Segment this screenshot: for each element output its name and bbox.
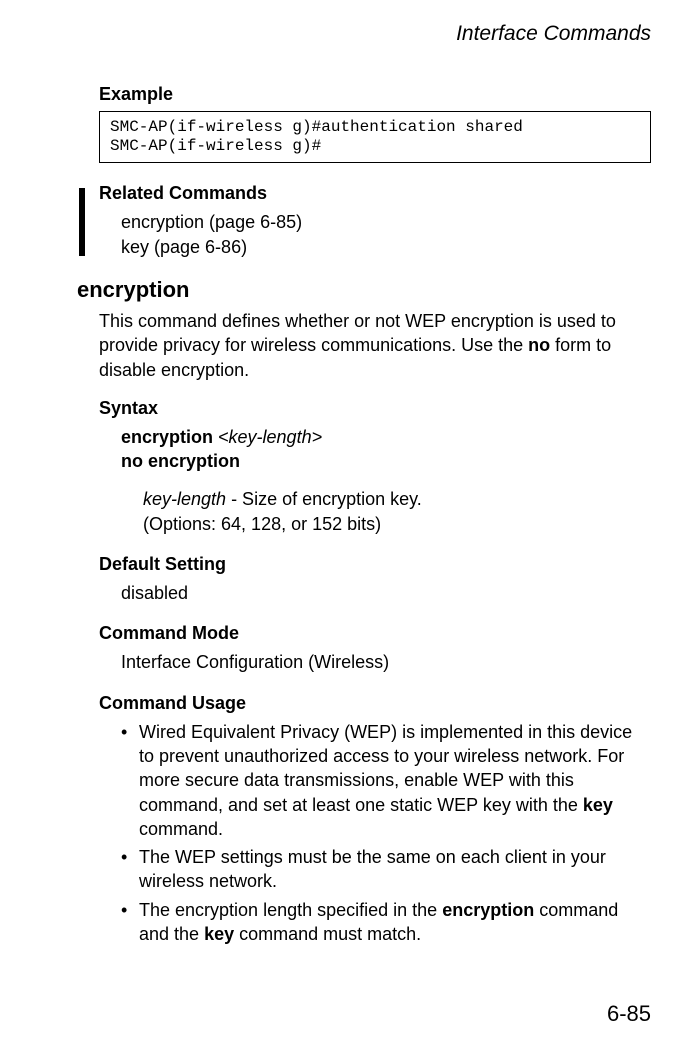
default-setting-value: disabled <box>99 581 651 605</box>
command-mode-value: Interface Configuration (Wireless) <box>99 650 651 674</box>
syntax-label: Syntax <box>99 398 651 419</box>
b1-text-a: Wired Equivalent Privacy (WEP) is implem… <box>139 722 632 815</box>
example-label: Example <box>99 84 651 105</box>
command-usage-label: Command Usage <box>99 693 651 714</box>
page-content: Example SMC-AP(if-wireless g)#authentica… <box>0 46 699 946</box>
param-desc: - Size of encryption key. <box>226 489 422 509</box>
b3-bold-1: encryption <box>442 900 534 920</box>
command-description: This command defines whether or not WEP … <box>99 309 651 382</box>
param-line-1: key-length - Size of encryption key. <box>143 487 651 511</box>
usage-bullet-3: The encryption length specified in the e… <box>121 898 651 947</box>
related-item-2: key (page 6-86) <box>121 235 651 259</box>
command-title: encryption <box>77 277 651 303</box>
b3-text-c: command must match. <box>234 924 421 944</box>
param-name: key-length <box>143 489 226 509</box>
usage-bullet-1: Wired Equivalent Privacy (WEP) is implem… <box>121 720 651 841</box>
b1-text-b: command. <box>139 819 223 839</box>
usage-bullet-2: The WEP settings must be the same on eac… <box>121 845 651 894</box>
b3-text-a: The encryption length specified in the <box>139 900 442 920</box>
syntax-cmd-2: no encryption <box>121 451 240 471</box>
related-commands-list: encryption (page 6-85) key (page 6-86) <box>99 210 651 259</box>
related-commands-label: Related Commands <box>99 183 651 204</box>
example-code: SMC-AP(if-wireless g)#authentication sha… <box>99 111 651 163</box>
syntax-param: key-length - Size of encryption key. (Op… <box>121 487 651 536</box>
desc-bold: no <box>528 335 550 355</box>
b2-text: The WEP settings must be the same on eac… <box>139 847 606 891</box>
page-header: Interface Commands <box>0 0 699 46</box>
syntax-block: encryption <key-length> no encryption ke… <box>99 425 651 536</box>
code-line-1: SMC-AP(if-wireless g)#authentication sha… <box>110 118 523 136</box>
b3-bold-2: key <box>204 924 234 944</box>
command-mode-label: Command Mode <box>99 623 651 644</box>
related-item-1: encryption (page 6-85) <box>121 210 651 234</box>
page-number: 6-85 <box>607 1001 651 1027</box>
change-bar <box>79 188 85 256</box>
code-line-2: SMC-AP(if-wireless g)# <box>110 137 321 155</box>
syntax-arg-1: <key-length> <box>213 427 322 447</box>
syntax-cmd-1: encryption <box>121 427 213 447</box>
syntax-line-2: no encryption <box>121 449 651 473</box>
param-options: (Options: 64, 128, or 152 bits) <box>143 512 651 536</box>
usage-bullets: Wired Equivalent Privacy (WEP) is implem… <box>99 720 651 947</box>
syntax-line-1: encryption <key-length> <box>121 425 651 449</box>
header-title: Interface Commands <box>456 22 651 45</box>
default-setting-label: Default Setting <box>99 554 651 575</box>
b1-bold: key <box>583 795 613 815</box>
